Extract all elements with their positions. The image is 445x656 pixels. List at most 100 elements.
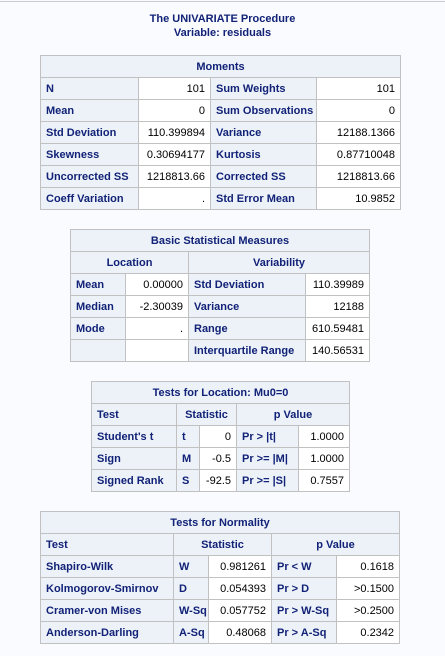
moment-label: Variance <box>210 121 317 144</box>
pvalue-value: 0.1618 <box>335 555 401 578</box>
test-name: Cramer-von Mises <box>40 599 174 622</box>
measure-value: -2.30039 <box>125 295 189 318</box>
moment-value: 1218813.66 <box>315 165 402 188</box>
table-row: Signed Rank S -92.5 Pr >= |S| 0.7557 <box>91 469 350 492</box>
pvalue-label: Pr > |t| <box>236 425 299 448</box>
moment-value: 0 <box>138 99 211 122</box>
test-name: Sign <box>91 447 177 470</box>
moment-label: N <box>40 77 139 100</box>
table-row: Shapiro-Wilk W 0.981261 Pr < W 0.1618 <box>40 555 401 578</box>
measure-label: Mode <box>70 317 126 340</box>
measure-label: Mean <box>70 273 126 296</box>
statistic-value: 0.057752 <box>208 599 272 622</box>
table-row: Anderson-Darling A-Sq 0.48068 Pr > A-Sq … <box>40 621 401 644</box>
table-row: Student's t t 0 Pr > |t| 1.0000 <box>91 425 350 448</box>
table-row: Mode . Range 610.59481 <box>70 317 370 340</box>
table-row: Mean 0.00000 Std Deviation 110.39989 <box>70 273 370 296</box>
variable-title: Variable: residuals <box>173 27 272 39</box>
statistic-value: 0.054393 <box>208 577 272 600</box>
statistic-header: Statistic <box>173 533 272 556</box>
moment-label: Skewness <box>40 143 139 166</box>
moment-label: Std Deviation <box>40 121 139 144</box>
table-row: Kolmogorov-Smirnov D 0.054393 Pr > D >0.… <box>40 577 401 600</box>
moment-label: Sum Observations <box>210 99 317 122</box>
measure-value: 610.59481 <box>305 317 370 340</box>
pvalue-label: Pr >= |M| <box>236 447 299 470</box>
statistic-symbol: S <box>176 469 200 492</box>
statistic-symbol: W <box>173 555 209 578</box>
measure-label: Variance <box>188 295 306 318</box>
measure-label: Range <box>188 317 306 340</box>
pvalue-label: Pr >= |S| <box>236 469 299 492</box>
test-name: Signed Rank <box>91 469 177 492</box>
statistic-value: -92.5 <box>199 469 237 492</box>
measure-value: 12188 <box>305 295 370 318</box>
moment-value: 101 <box>138 77 211 100</box>
moment-label: Mean <box>40 99 139 122</box>
pvalue-value: 0.2342 <box>335 621 401 644</box>
pvalue-header: p Value <box>236 403 350 426</box>
moment-label: Coeff Variation <box>40 187 139 210</box>
measure-value <box>125 339 189 362</box>
pvalue-value: >0.1500 <box>335 577 401 600</box>
table-row: Skewness 0.30694177 Kurtosis 0.87710048 <box>40 143 402 166</box>
test-name: Anderson-Darling <box>40 621 174 644</box>
pvalue-label: Pr > A-Sq <box>271 621 337 644</box>
moment-value: 12188.1366 <box>315 121 402 144</box>
pvalue-header: p Value <box>270 533 401 556</box>
statistic-value: 0.981261 <box>208 555 272 578</box>
moments-caption: Moments <box>39 55 402 78</box>
moment-label: Std Error Mean <box>210 187 317 210</box>
location-header: Location <box>70 251 189 274</box>
basic-measures-table: Basic Statistical Measures Location Vari… <box>70 229 370 362</box>
location-tests-caption: Tests for Location: Mu0=0 <box>91 381 350 404</box>
moment-value: 0.87710048 <box>315 143 402 166</box>
statistic-symbol: M <box>176 447 200 470</box>
basic-measures-caption: Basic Statistical Measures <box>70 229 370 252</box>
moment-label: Corrected SS <box>210 165 317 188</box>
moment-value: . <box>138 187 211 210</box>
pvalue-label: Pr < W <box>271 555 337 578</box>
top-divider <box>0 1 445 2</box>
table-row: Median -2.30039 Variance 12188 <box>70 295 370 318</box>
table-row: Coeff Variation . Std Error Mean 10.9852 <box>40 187 402 210</box>
table-row: Interquartile Range 140.56531 <box>70 339 370 362</box>
statistic-value: 0.48068 <box>208 621 272 644</box>
pvalue-value: 1.0000 <box>298 447 350 470</box>
moment-value: 101 <box>315 77 402 100</box>
moment-label: Kurtosis <box>210 143 317 166</box>
measure-label: Median <box>70 295 126 318</box>
pvalue-value: 0.7557 <box>298 469 350 492</box>
moment-value: 0.30694177 <box>138 143 211 166</box>
normality-tests-caption: Tests for Normality <box>39 511 401 534</box>
test-name: Kolmogorov-Smirnov <box>40 577 174 600</box>
test-name: Student's t <box>91 425 177 448</box>
statistic-header: Statistic <box>176 403 237 426</box>
table-row: Std Deviation 110.399894 Variance 12188.… <box>40 121 402 144</box>
pvalue-value: 1.0000 <box>298 425 350 448</box>
location-tests-table: Tests for Location: Mu0=0 Test Statistic… <box>91 381 350 492</box>
table-row: Uncorrected SS 1218813.66 Corrected SS 1… <box>40 165 402 188</box>
statistic-value: 0 <box>199 425 237 448</box>
moment-value: 10.9852 <box>315 187 402 210</box>
statistic-symbol: W-Sq <box>173 599 209 622</box>
moment-value: 0 <box>315 99 402 122</box>
measure-label: Std Deviation <box>188 273 306 296</box>
moment-value: 110.399894 <box>138 121 211 144</box>
test-header: Test <box>40 533 174 556</box>
pvalue-label: Pr > D <box>271 577 337 600</box>
statistic-value: -0.5 <box>199 447 237 470</box>
measure-label <box>70 339 126 362</box>
measure-value: 0.00000 <box>125 273 189 296</box>
variability-header: Variability <box>188 251 370 274</box>
test-name: Shapiro-Wilk <box>40 555 174 578</box>
procedure-title: The UNIVARIATE Procedure <box>149 13 296 25</box>
table-row: Cramer-von Mises W-Sq 0.057752 Pr > W-Sq… <box>40 599 401 622</box>
table-row: N 101 Sum Weights 101 <box>40 77 402 100</box>
measure-value: 110.39989 <box>305 273 370 296</box>
moment-value: 1218813.66 <box>138 165 211 188</box>
statistic-symbol: A-Sq <box>173 621 209 644</box>
normality-tests-table: Tests for Normality Test Statistic p Val… <box>39 511 401 644</box>
test-header: Test <box>91 403 177 426</box>
pvalue-label: Pr > W-Sq <box>271 599 337 622</box>
